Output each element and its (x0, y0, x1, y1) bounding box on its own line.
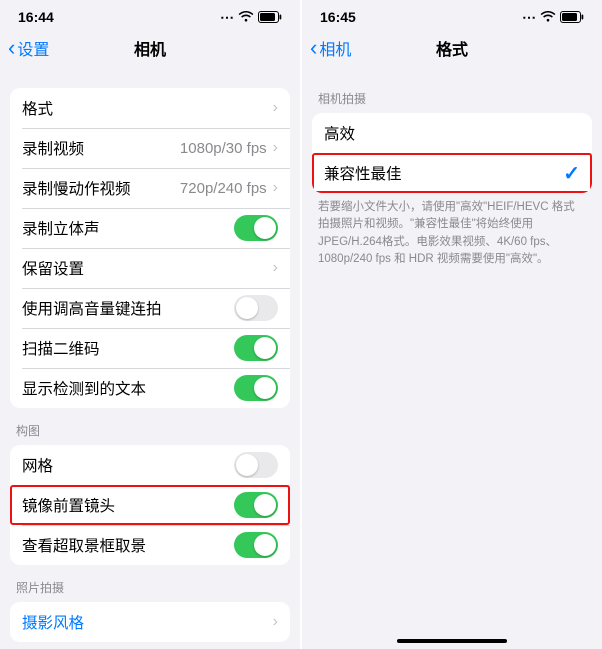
nav-bar: ‹ 相机 格式 (302, 28, 602, 68)
row-record-video[interactable]: 录制视频 1080p/30 fps› (10, 128, 290, 168)
row-grid: 网格 (10, 445, 290, 485)
chevron-right-icon: › (273, 139, 278, 157)
dots-icon: ⋯ (220, 9, 234, 26)
formats-screen: 16:45 ⋯ ‹ 相机 格式 相机拍摄 高效 兼容性最佳 ✓ (302, 0, 602, 649)
battery-icon (560, 11, 584, 23)
row-livetext: 显示检测到的文本 (10, 368, 290, 408)
status-icons: ⋯ (522, 9, 584, 26)
row-most-compatible[interactable]: 兼容性最佳 ✓ (312, 153, 592, 193)
format-group: 高效 兼容性最佳 ✓ (312, 113, 592, 193)
main-group: 格式 › 录制视频 1080p/30 fps› 录制慢动作视频 720p/240… (10, 88, 290, 408)
status-icons: ⋯ (220, 9, 282, 26)
toggle-volume-burst[interactable] (234, 295, 278, 321)
toggle-grid[interactable] (234, 452, 278, 478)
chevron-left-icon: ‹ (310, 37, 317, 59)
row-mirror-front: 镜像前置镜头 (10, 485, 290, 525)
back-label: 设置 (17, 36, 49, 60)
checkmark-icon: ✓ (563, 161, 580, 186)
chevron-right-icon: › (273, 99, 278, 117)
row-view-outside-frame: 查看超取景框取景 (10, 525, 290, 565)
row-photo-styles[interactable]: 摄影风格 › (10, 602, 290, 642)
row-volume-burst: 使用调高音量键连拍 (10, 288, 290, 328)
dots-icon: ⋯ (522, 9, 536, 26)
footer-format: 若要缩小文件大小，请使用"高效"HEIF/HEVC 格式拍摄照片和视频。"兼容性… (302, 193, 602, 268)
toggle-livetext[interactable] (234, 375, 278, 401)
chevron-right-icon: › (273, 613, 278, 631)
row-qr: 扫描二维码 (10, 328, 290, 368)
row-record-slomo[interactable]: 录制慢动作视频 720p/240 fps› (10, 168, 290, 208)
toggle-view-outside-frame[interactable] (234, 532, 278, 558)
home-indicator[interactable] (397, 639, 507, 643)
composition-group: 网格 镜像前置镜头 查看超取景框取景 (10, 445, 290, 565)
toggle-stereo[interactable] (234, 215, 278, 241)
status-time: 16:44 (18, 9, 54, 25)
chevron-right-icon: › (273, 259, 278, 277)
page-title: 格式 (436, 36, 468, 60)
section-camera-capture: 相机拍摄 (302, 76, 602, 113)
section-photo-capture: 照片拍摄 (0, 565, 300, 602)
battery-icon (258, 11, 282, 23)
nav-bar: ‹ 设置 相机 (0, 28, 300, 68)
row-preserve[interactable]: 保留设置 › (10, 248, 290, 288)
wifi-icon (238, 11, 254, 23)
back-button[interactable]: ‹ 设置 (8, 36, 49, 60)
back-label: 相机 (319, 36, 351, 60)
row-high-efficiency[interactable]: 高效 (312, 113, 592, 153)
row-stereo: 录制立体声 (10, 208, 290, 248)
status-bar: 16:45 ⋯ (302, 0, 602, 28)
status-time: 16:45 (320, 9, 356, 25)
section-composition: 构图 (0, 408, 300, 445)
camera-settings-screen: 16:44 ⋯ ‹ 设置 相机 格式 › 录制视频 1080p/30 fps› (0, 0, 300, 649)
chevron-left-icon: ‹ (8, 37, 15, 59)
toggle-qr[interactable] (234, 335, 278, 361)
row-formats[interactable]: 格式 › (10, 88, 290, 128)
back-button[interactable]: ‹ 相机 (310, 36, 351, 60)
chevron-right-icon: › (273, 179, 278, 197)
page-title: 相机 (134, 36, 166, 60)
wifi-icon (540, 11, 556, 23)
footer-styles: 将你的个人审美带进摄影作品，使照片更加个性化。"摄影风格"使用先进的场景理解技术… (0, 642, 300, 649)
toggle-mirror-front[interactable] (234, 492, 278, 518)
status-bar: 16:44 ⋯ (0, 0, 300, 28)
capture-group: 摄影风格 › (10, 602, 290, 642)
